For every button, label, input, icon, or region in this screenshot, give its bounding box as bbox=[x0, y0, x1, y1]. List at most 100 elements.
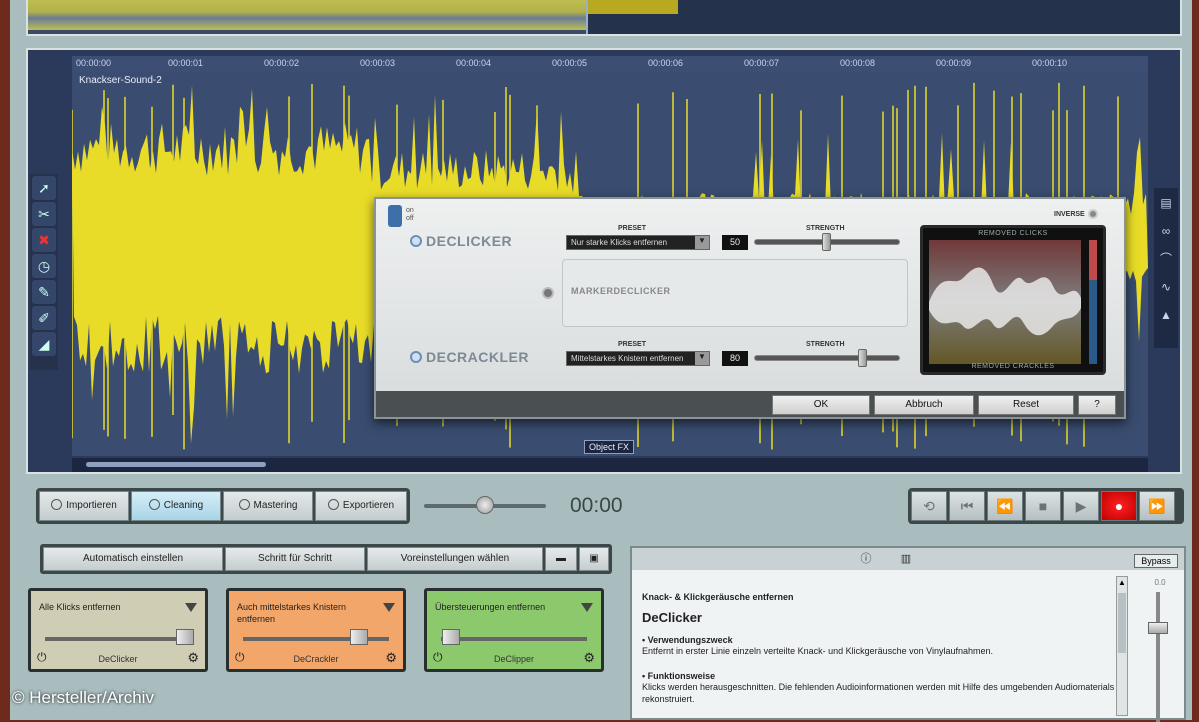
card-title: Auch mittelstarkes Knistern entfernen bbox=[237, 602, 347, 624]
loop-icon[interactable]: ⟲ bbox=[911, 491, 947, 521]
volume-tool-icon[interactable]: ◢ bbox=[32, 332, 56, 356]
gear-icon[interactable]: ⚙ bbox=[583, 650, 595, 666]
decrackler-preset-value: Mittelstarkes Knistern entfernen bbox=[571, 354, 684, 363]
auto-adjust-button[interactable]: Automatisch einstellen bbox=[43, 547, 223, 571]
tick-label: 00:00:09 bbox=[936, 58, 972, 68]
mixer-icon[interactable]: ▤ bbox=[1156, 190, 1176, 216]
help-section-text: Entfernt in erster Linie einzeln verteil… bbox=[642, 646, 994, 656]
record-icon[interactable]: ● bbox=[1101, 491, 1137, 521]
pointer-tool-icon[interactable]: ➚ bbox=[32, 176, 56, 200]
help-scroll-thumb[interactable] bbox=[1118, 593, 1126, 653]
tab-label: Mastering bbox=[253, 500, 298, 511]
decrackler-preset-select[interactable]: Mittelstarkes Knistern entfernen ▼ bbox=[566, 351, 710, 366]
overview-selection[interactable] bbox=[28, 0, 588, 34]
decrackler-enable-icon[interactable] bbox=[410, 351, 422, 363]
tab-label: Cleaning bbox=[163, 500, 204, 511]
pen-tool-icon[interactable]: ✎ bbox=[32, 280, 56, 304]
scissors-tool-icon[interactable]: ✂ bbox=[32, 202, 56, 226]
fast-forward-icon[interactable]: ⏩ bbox=[1139, 491, 1175, 521]
timeline-ruler[interactable]: 00:00:00 00:00:01 00:00:02 00:00:03 00:0… bbox=[72, 56, 1148, 72]
help-title: DeClicker bbox=[642, 610, 702, 625]
horizontal-scrollbar[interactable] bbox=[72, 458, 1148, 472]
tick-label: 00:00:06 bbox=[648, 58, 684, 68]
decrackler-strength-knob[interactable] bbox=[858, 349, 867, 367]
card-title: Übersteuerungen entfernen bbox=[435, 602, 546, 612]
chevron-down-icon: ▼ bbox=[695, 236, 709, 249]
spectrum-icon[interactable]: ▲ bbox=[1156, 302, 1176, 328]
card-slider-knob[interactable] bbox=[441, 629, 460, 645]
markerdeclicker-panel: MARKERDECLICKER bbox=[562, 259, 908, 327]
declicker-title[interactable]: DECLICKER bbox=[410, 233, 512, 249]
link-icon[interactable]: ∞ bbox=[1156, 218, 1176, 244]
card-slider[interactable] bbox=[441, 637, 587, 641]
fade-icon[interactable]: ⌒ bbox=[1156, 246, 1176, 272]
export-icon bbox=[327, 499, 339, 510]
tick-label: 00:00:00 bbox=[76, 58, 112, 68]
object-fx-button[interactable]: Object FX bbox=[584, 440, 635, 454]
output-fader[interactable]: 0.0 bbox=[1140, 578, 1180, 722]
skip-back-icon[interactable]: ⏮ bbox=[949, 491, 985, 521]
markerdeclicker-enable-icon[interactable] bbox=[542, 287, 554, 299]
declicker-preset-select[interactable]: Nur starke Klicks entfernen ▼ bbox=[566, 235, 710, 250]
rewind-icon[interactable]: ⏪ bbox=[987, 491, 1023, 521]
bypass-button[interactable]: Bypass bbox=[1134, 554, 1178, 568]
decrackler-strength-value[interactable]: 80 bbox=[722, 351, 748, 366]
ok-button[interactable]: OK bbox=[772, 395, 870, 415]
cleaning-effect-dialog: on off DECLICKER PRESET Nur starke Klick… bbox=[374, 197, 1126, 419]
tab-exportieren[interactable]: Exportieren bbox=[315, 491, 407, 521]
inverse-toggle[interactable]: INVERSE bbox=[1054, 209, 1098, 219]
fader-knob[interactable] bbox=[1148, 622, 1168, 634]
scrollbar-thumb[interactable] bbox=[86, 462, 266, 467]
chevron-down-icon[interactable] bbox=[383, 603, 395, 612]
scroll-up-icon[interactable]: ▲ bbox=[1117, 577, 1127, 589]
position-slider-knob[interactable] bbox=[476, 496, 494, 514]
card-slider[interactable] bbox=[45, 637, 191, 641]
delete-tool-icon[interactable]: ✖ bbox=[32, 228, 56, 252]
tick-label: 00:00:08 bbox=[840, 58, 876, 68]
stop-icon[interactable]: ■ bbox=[1025, 491, 1061, 521]
cancel-button[interactable]: Abbruch bbox=[874, 395, 974, 415]
help-scrollbar[interactable]: ▲ bbox=[1116, 576, 1128, 716]
declicker-card[interactable]: Alle Klicks entfernen ⏻ DeClicker ⚙ bbox=[28, 588, 208, 672]
time-display: 00:00 bbox=[570, 494, 623, 517]
tab-importieren[interactable]: Importieren bbox=[39, 491, 129, 521]
decrackler-title[interactable]: DECRACKLER bbox=[410, 349, 529, 365]
play-icon[interactable]: ▶ bbox=[1063, 491, 1099, 521]
card-slider-knob[interactable] bbox=[350, 629, 369, 645]
step-by-step-button[interactable]: Schritt für Schritt bbox=[225, 547, 365, 571]
declicker-strength-value[interactable]: 50 bbox=[722, 235, 748, 250]
decrackler-strength-slider[interactable] bbox=[754, 355, 900, 361]
clock-tool-icon[interactable]: ◷ bbox=[32, 254, 56, 278]
meter-tab-icon[interactable]: ▥ bbox=[886, 550, 926, 568]
gear-icon[interactable]: ⚙ bbox=[187, 650, 199, 666]
chevron-down-icon[interactable] bbox=[581, 603, 593, 612]
overview-wave-tail bbox=[588, 0, 678, 14]
folder-icon[interactable]: ▬ bbox=[545, 547, 577, 571]
chevron-down-icon[interactable] bbox=[185, 603, 197, 612]
declicker-strength-knob[interactable] bbox=[822, 233, 831, 251]
declipper-card[interactable]: Übersteuerungen entfernen ⏻ DeClipper ⚙ bbox=[424, 588, 604, 672]
overview-waveform[interactable] bbox=[26, 0, 1182, 36]
curve-icon[interactable]: ∿ bbox=[1156, 274, 1176, 300]
draw-tool-icon[interactable]: ✐ bbox=[32, 306, 56, 330]
help-button[interactable]: ? bbox=[1078, 395, 1116, 415]
dialog-button-bar: OK Abbruch Reset ? bbox=[376, 391, 1124, 417]
power-toggle[interactable] bbox=[388, 205, 402, 227]
power-toggle-label: on off bbox=[406, 207, 414, 223]
mode-tabs: Importieren Cleaning Mastering Exportier… bbox=[36, 488, 410, 524]
help-tabs: ⓘ ▥ bbox=[632, 548, 1184, 570]
gear-icon[interactable]: ⚙ bbox=[385, 650, 397, 666]
fader-label: 0.0 bbox=[1154, 578, 1166, 587]
tab-mastering[interactable]: Mastering bbox=[223, 491, 313, 521]
info-icon[interactable]: ⓘ bbox=[846, 550, 886, 568]
inverse-radio-icon[interactable] bbox=[1087, 209, 1098, 219]
declicker-enable-icon[interactable] bbox=[410, 235, 422, 247]
card-slider-knob[interactable] bbox=[176, 629, 194, 645]
save-icon[interactable]: ▣ bbox=[579, 547, 609, 571]
removed-noise-meter: REMOVED CLICKS REMOVED CRACKLES bbox=[920, 225, 1106, 375]
reset-button[interactable]: Reset bbox=[978, 395, 1074, 415]
tab-cleaning[interactable]: Cleaning bbox=[131, 491, 221, 521]
presets-button[interactable]: Voreinstellungen wählen bbox=[367, 547, 543, 571]
decrackler-card[interactable]: Auch mittelstarkes Knistern entfernen ⏻ … bbox=[226, 588, 406, 672]
transport-controls: ⟲ ⏮ ⏪ ■ ▶ ● ⏩ bbox=[908, 488, 1184, 524]
